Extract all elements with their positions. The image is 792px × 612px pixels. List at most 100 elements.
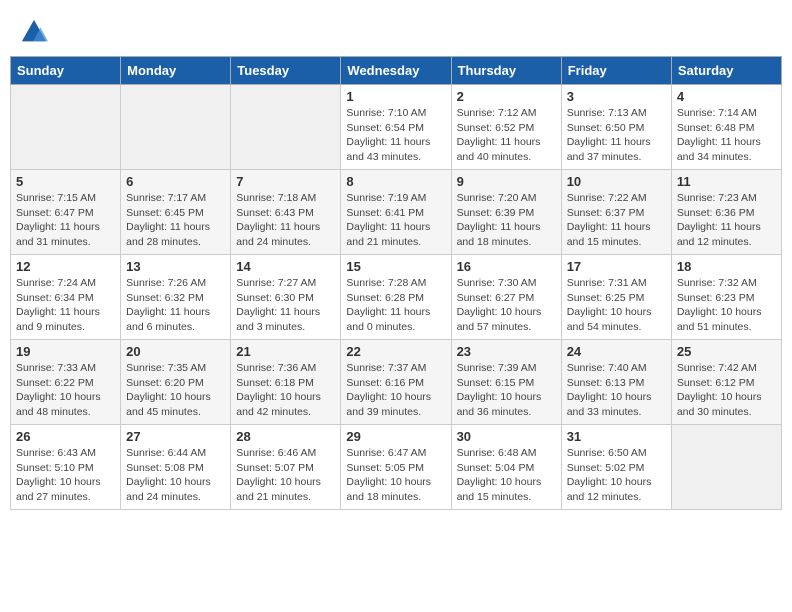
day-info: Sunrise: 7:30 AM Sunset: 6:27 PM Dayligh…	[457, 276, 556, 335]
day-info: Sunrise: 7:12 AM Sunset: 6:52 PM Dayligh…	[457, 106, 556, 165]
day-info: Sunrise: 7:40 AM Sunset: 6:13 PM Dayligh…	[567, 361, 666, 420]
day-number: 20	[126, 344, 225, 359]
day-info: Sunrise: 7:10 AM Sunset: 6:54 PM Dayligh…	[346, 106, 445, 165]
calendar-weekday-monday: Monday	[121, 57, 231, 85]
day-number: 13	[126, 259, 225, 274]
day-number: 7	[236, 174, 335, 189]
calendar-cell: 28 Sunrise: 6:46 AM Sunset: 5:07 PM Dayli…	[231, 425, 341, 510]
day-number: 24	[567, 344, 666, 359]
day-number: 6	[126, 174, 225, 189]
day-number: 21	[236, 344, 335, 359]
calendar-cell	[671, 425, 781, 510]
day-number: 14	[236, 259, 335, 274]
calendar-cell: 26 Sunrise: 6:43 AM Sunset: 5:10 PM Dayli…	[11, 425, 121, 510]
calendar-week-row-3: 12 Sunrise: 7:24 AM Sunset: 6:34 PM Dayli…	[11, 255, 782, 340]
calendar-header-row: SundayMondayTuesdayWednesdayThursdayFrid…	[11, 57, 782, 85]
calendar-cell: 31Sunrise: 6:50 AM Sunset: 5:02 PM Dayli…	[561, 425, 671, 510]
day-number: 9	[457, 174, 556, 189]
day-info: Sunrise: 6:47 AM Sunset: 5:05 PM Dayligh…	[346, 446, 445, 505]
day-info: Sunrise: 7:37 AM Sunset: 6:16 PM Dayligh…	[346, 361, 445, 420]
calendar-cell: 9 Sunrise: 7:20 AM Sunset: 6:39 PM Daylig…	[451, 170, 561, 255]
day-number: 28	[236, 429, 335, 444]
calendar-cell: 25Sunrise: 7:42 AM Sunset: 6:12 PM Dayli…	[671, 340, 781, 425]
day-number: 16	[457, 259, 556, 274]
calendar-cell	[121, 85, 231, 170]
calendar-cell	[11, 85, 121, 170]
calendar-weekday-thursday: Thursday	[451, 57, 561, 85]
day-info: Sunrise: 6:48 AM Sunset: 5:04 PM Dayligh…	[457, 446, 556, 505]
day-info: Sunrise: 7:13 AM Sunset: 6:50 PM Dayligh…	[567, 106, 666, 165]
day-info: Sunrise: 7:23 AM Sunset: 6:36 PM Dayligh…	[677, 191, 776, 250]
calendar-cell: 3 Sunrise: 7:13 AM Sunset: 6:50 PM Daylig…	[561, 85, 671, 170]
day-info: Sunrise: 7:39 AM Sunset: 6:15 PM Dayligh…	[457, 361, 556, 420]
day-number: 2	[457, 89, 556, 104]
calendar-cell: 10 Sunrise: 7:22 AM Sunset: 6:37 PM Dayli…	[561, 170, 671, 255]
calendar-table: SundayMondayTuesdayWednesdayThursdayFrid…	[10, 56, 782, 510]
calendar-weekday-saturday: Saturday	[671, 57, 781, 85]
calendar-cell: 16 Sunrise: 7:30 AM Sunset: 6:27 PM Dayli…	[451, 255, 561, 340]
calendar-cell: 27Sunrise: 6:44 AM Sunset: 5:08 PM Dayli…	[121, 425, 231, 510]
calendar-cell: 15 Sunrise: 7:28 AM Sunset: 6:28 PM Dayli…	[341, 255, 451, 340]
day-number: 3	[567, 89, 666, 104]
day-number: 8	[346, 174, 445, 189]
calendar-cell: 5Sunrise: 7:15 AM Sunset: 6:47 PM Daylig…	[11, 170, 121, 255]
calendar-cell: 30 Sunrise: 6:48 AM Sunset: 5:04 PM Dayli…	[451, 425, 561, 510]
calendar-cell: 21 Sunrise: 7:36 AM Sunset: 6:18 PM Dayli…	[231, 340, 341, 425]
calendar-cell: 13 Sunrise: 7:26 AM Sunset: 6:32 PM Dayli…	[121, 255, 231, 340]
day-info: Sunrise: 7:31 AM Sunset: 6:25 PM Dayligh…	[567, 276, 666, 335]
calendar-cell: 12 Sunrise: 7:24 AM Sunset: 6:34 PM Dayli…	[11, 255, 121, 340]
calendar-cell: 2 Sunrise: 7:12 AM Sunset: 6:52 PM Daylig…	[451, 85, 561, 170]
calendar-week-row-4: 19Sunrise: 7:33 AM Sunset: 6:22 PM Dayli…	[11, 340, 782, 425]
day-number: 27	[126, 429, 225, 444]
day-info: Sunrise: 7:20 AM Sunset: 6:39 PM Dayligh…	[457, 191, 556, 250]
day-info: Sunrise: 7:35 AM Sunset: 6:20 PM Dayligh…	[126, 361, 225, 420]
calendar-cell: 1 Sunrise: 7:10 AM Sunset: 6:54 PM Daylig…	[341, 85, 451, 170]
calendar-week-row-1: 1 Sunrise: 7:10 AM Sunset: 6:54 PM Daylig…	[11, 85, 782, 170]
calendar-cell: 11Sunrise: 7:23 AM Sunset: 6:36 PM Dayli…	[671, 170, 781, 255]
day-info: Sunrise: 7:27 AM Sunset: 6:30 PM Dayligh…	[236, 276, 335, 335]
calendar-cell: 24 Sunrise: 7:40 AM Sunset: 6:13 PM Dayli…	[561, 340, 671, 425]
day-number: 26	[16, 429, 115, 444]
day-number: 29	[346, 429, 445, 444]
calendar-cell: 17 Sunrise: 7:31 AM Sunset: 6:25 PM Dayli…	[561, 255, 671, 340]
day-number: 31	[567, 429, 666, 444]
calendar-cell: 20 Sunrise: 7:35 AM Sunset: 6:20 PM Dayli…	[121, 340, 231, 425]
day-number: 23	[457, 344, 556, 359]
day-info: Sunrise: 7:36 AM Sunset: 6:18 PM Dayligh…	[236, 361, 335, 420]
day-number: 15	[346, 259, 445, 274]
day-info: Sunrise: 7:28 AM Sunset: 6:28 PM Dayligh…	[346, 276, 445, 335]
day-number: 12	[16, 259, 115, 274]
calendar-week-row-2: 5Sunrise: 7:15 AM Sunset: 6:47 PM Daylig…	[11, 170, 782, 255]
calendar-cell: 8 Sunrise: 7:19 AM Sunset: 6:41 PM Daylig…	[341, 170, 451, 255]
day-number: 4	[677, 89, 776, 104]
calendar-cell: 18Sunrise: 7:32 AM Sunset: 6:23 PM Dayli…	[671, 255, 781, 340]
page-header	[10, 10, 782, 50]
day-info: Sunrise: 7:19 AM Sunset: 6:41 PM Dayligh…	[346, 191, 445, 250]
logo-icon	[20, 18, 48, 46]
day-number: 22	[346, 344, 445, 359]
calendar-cell: 23 Sunrise: 7:39 AM Sunset: 6:15 PM Dayli…	[451, 340, 561, 425]
calendar-weekday-tuesday: Tuesday	[231, 57, 341, 85]
day-info: Sunrise: 7:14 AM Sunset: 6:48 PM Dayligh…	[677, 106, 776, 165]
day-info: Sunrise: 6:46 AM Sunset: 5:07 PM Dayligh…	[236, 446, 335, 505]
calendar-weekday-friday: Friday	[561, 57, 671, 85]
day-info: Sunrise: 7:15 AM Sunset: 6:47 PM Dayligh…	[16, 191, 115, 250]
calendar-week-row-5: 26 Sunrise: 6:43 AM Sunset: 5:10 PM Dayli…	[11, 425, 782, 510]
calendar-cell: 4 Sunrise: 7:14 AM Sunset: 6:48 PM Daylig…	[671, 85, 781, 170]
day-number: 30	[457, 429, 556, 444]
day-info: Sunrise: 7:22 AM Sunset: 6:37 PM Dayligh…	[567, 191, 666, 250]
calendar-cell: 7Sunrise: 7:18 AM Sunset: 6:43 PM Daylig…	[231, 170, 341, 255]
calendar-weekday-sunday: Sunday	[11, 57, 121, 85]
calendar-weekday-wednesday: Wednesday	[341, 57, 451, 85]
logo	[20, 18, 52, 46]
day-info: Sunrise: 7:24 AM Sunset: 6:34 PM Dayligh…	[16, 276, 115, 335]
day-number: 17	[567, 259, 666, 274]
day-info: Sunrise: 7:26 AM Sunset: 6:32 PM Dayligh…	[126, 276, 225, 335]
day-number: 1	[346, 89, 445, 104]
calendar-cell: 29 Sunrise: 6:47 AM Sunset: 5:05 PM Dayli…	[341, 425, 451, 510]
day-info: Sunrise: 7:17 AM Sunset: 6:45 PM Dayligh…	[126, 191, 225, 250]
day-info: Sunrise: 7:42 AM Sunset: 6:12 PM Dayligh…	[677, 361, 776, 420]
day-number: 10	[567, 174, 666, 189]
day-info: Sunrise: 6:43 AM Sunset: 5:10 PM Dayligh…	[16, 446, 115, 505]
calendar-cell	[231, 85, 341, 170]
